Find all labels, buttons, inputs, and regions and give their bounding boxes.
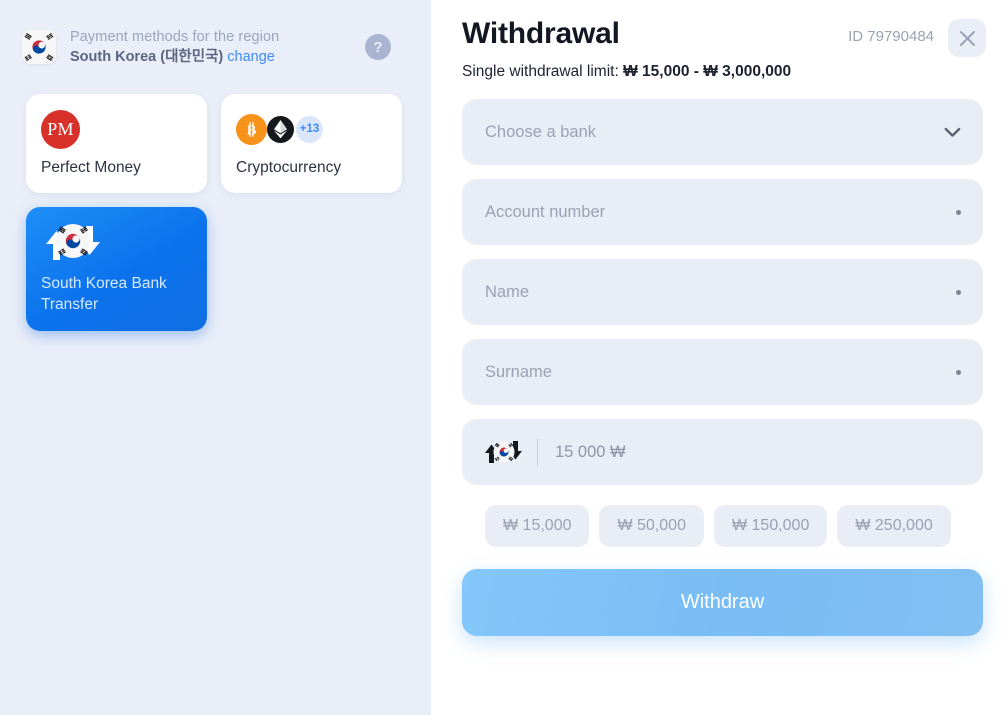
- payment-method-perfect-money[interactable]: PM Perfect Money: [26, 94, 207, 193]
- limit-max: ₩ 3,000,000: [703, 63, 792, 80]
- page-title: Withdrawal: [462, 17, 620, 50]
- limit-min: ₩ 15,000: [623, 63, 690, 80]
- bank-select-placeholder: Choose a bank: [485, 122, 596, 141]
- close-icon: [959, 30, 975, 46]
- payment-method-label: Perfect Money: [41, 159, 141, 176]
- account-number-placeholder: Account number: [485, 202, 606, 221]
- required-dot-icon: [956, 209, 961, 215]
- withdrawal-header: Withdrawal ID 79790484: [431, 0, 1006, 57]
- region-header: Payment methods for the region South Kor…: [0, 0, 431, 76]
- name-field[interactable]: Name: [462, 259, 983, 325]
- withdraw-button[interactable]: Withdraw: [462, 569, 983, 636]
- withdraw-action-area: Withdraw: [431, 547, 1006, 636]
- payment-method-south-korea-bank-transfer[interactable]: South Korea Bank Transfer: [26, 207, 207, 331]
- region-text: Payment methods for the region South Kor…: [70, 28, 365, 66]
- bank-select[interactable]: Choose a bank: [462, 99, 983, 165]
- amount-field[interactable]: 15 000 ₩: [462, 419, 983, 485]
- payment-methods-panel: Payment methods for the region South Kor…: [0, 0, 431, 715]
- name-placeholder: Name: [485, 282, 530, 301]
- ethereum-icon: [265, 113, 296, 145]
- region-country: South Korea (대한민국) change: [70, 48, 365, 67]
- question-mark-icon[interactable]: ?: [365, 34, 391, 60]
- quick-amount-chip[interactable]: ₩ 150,000: [713, 505, 828, 547]
- payment-method-list: PM Perfect Money B +13 Cryptocurrency So…: [0, 76, 410, 331]
- withdrawal-limit: Single withdrawal limit: ₩ 15,000 - ₩ 3,…: [431, 57, 1006, 81]
- perfect-money-logo: PM: [41, 109, 191, 149]
- close-button[interactable]: [948, 19, 986, 57]
- amount-divider: [537, 438, 538, 466]
- quick-amount-list: ₩ 15,000 ₩ 50,000 ₩ 150,000 ₩ 250,000: [431, 499, 1006, 547]
- limit-separator: -: [689, 63, 704, 80]
- payment-method-label: South Korea Bank Transfer: [41, 275, 167, 313]
- required-dot-icon: [956, 369, 961, 375]
- payment-method-label: Cryptocurrency: [236, 159, 342, 176]
- withdrawal-panel: Withdrawal ID 79790484 Single withdrawal…: [431, 0, 1006, 715]
- account-number-field[interactable]: Account number: [462, 179, 983, 245]
- korea-bank-transfer-icon: [41, 222, 191, 262]
- payment-method-cryptocurrency[interactable]: B +13 Cryptocurrency: [221, 94, 402, 193]
- surname-field[interactable]: Surname: [462, 339, 983, 405]
- korea-bank-transfer-icon: [482, 439, 526, 465]
- transaction-id: ID 79790484: [848, 28, 934, 45]
- withdrawal-form: Choose a bank Account number Name Surnam…: [431, 81, 1006, 485]
- crypto-logo-group: B +13: [236, 109, 386, 149]
- svg-text:B: B: [247, 123, 256, 138]
- withdrawal-page: Payment methods for the region South Kor…: [0, 0, 1006, 715]
- quick-amount-chip[interactable]: ₩ 250,000: [837, 505, 951, 547]
- perfect-money-monogram: PM: [41, 109, 80, 149]
- quick-amount-chip[interactable]: ₩ 50,000: [599, 505, 704, 547]
- chevron-down-icon: [944, 127, 961, 138]
- change-region-link[interactable]: change: [227, 49, 275, 65]
- amount-placeholder: 15 000 ₩: [555, 442, 626, 461]
- region-country-name: South Korea: [70, 48, 157, 65]
- region-caption: Payment methods for the region: [70, 28, 280, 45]
- region-country-native: (대한민국): [160, 48, 224, 65]
- crypto-more-badge: +13: [294, 113, 325, 145]
- surname-placeholder: Surname: [485, 362, 552, 381]
- quick-amount-chip[interactable]: ₩ 15,000: [485, 505, 590, 547]
- required-dot-icon: [956, 289, 961, 295]
- limit-prefix: Single withdrawal limit:: [462, 63, 624, 80]
- bitcoin-icon: B: [236, 113, 267, 145]
- south-korea-flag-icon: [22, 30, 56, 64]
